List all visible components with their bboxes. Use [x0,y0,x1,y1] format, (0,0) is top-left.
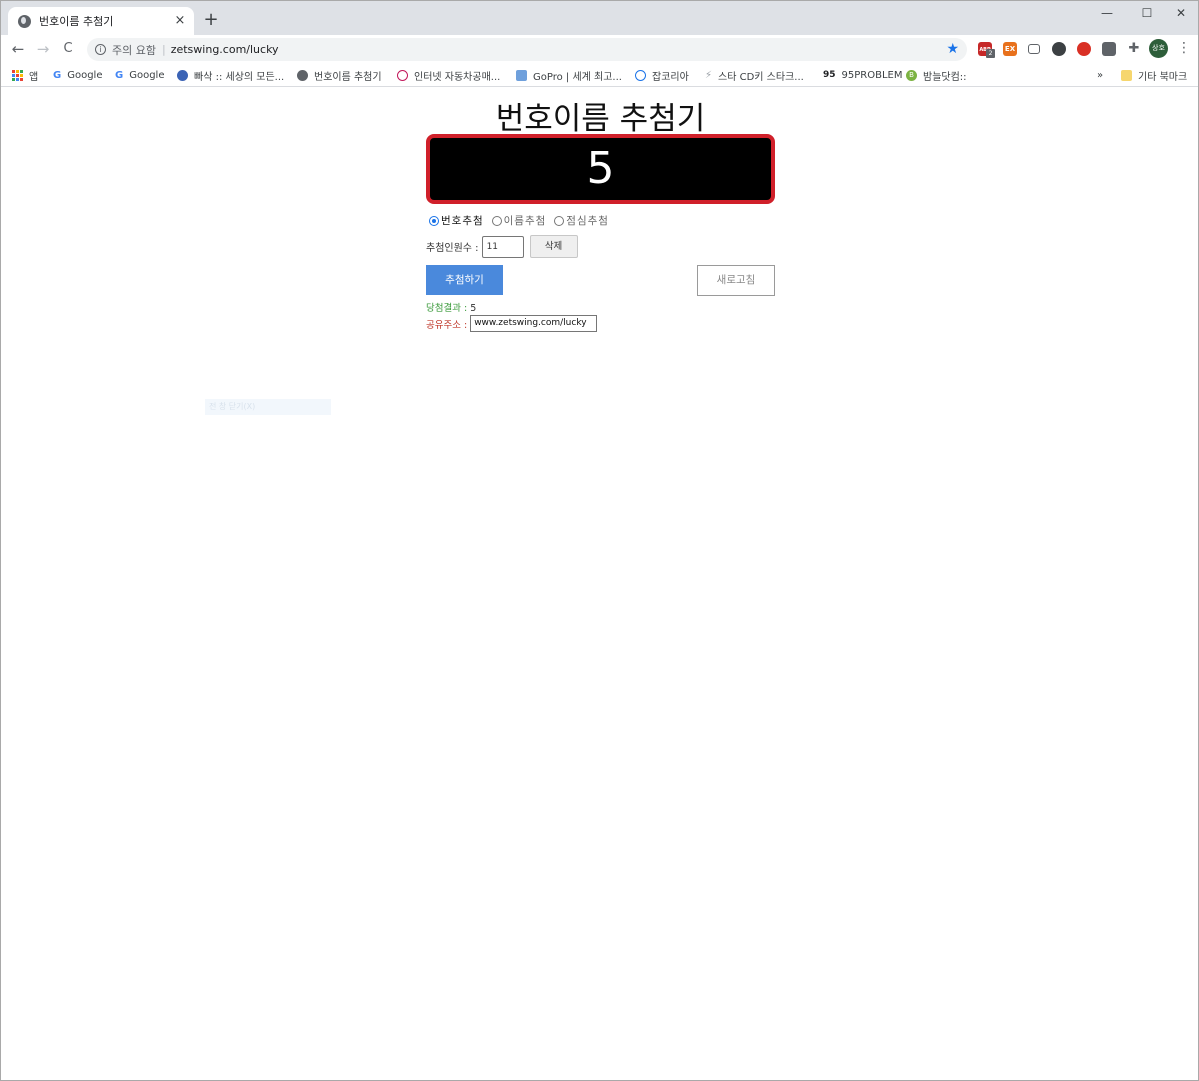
draw-count-label: 추첨인원수 : [426,243,479,254]
bookmark-auction[interactable]: 인터넷 자동차공매... [397,67,500,83]
bookmark-label: 밤늘닷컴:: [923,71,967,83]
bookmark-label: 인터넷 자동차공매... [414,71,501,83]
bookmark-lucky[interactable]: 번호이름 추첨기 [297,67,382,83]
security-warning: 주의 요함 [112,43,156,57]
draw-count-row: 추첨인원수 : 11 삭제 [426,235,578,258]
cast-icon[interactable] [1028,44,1040,54]
extension-i-icon[interactable] [1102,42,1116,56]
folder-icon [1121,69,1132,81]
result-value: 5 [470,303,477,314]
browser-toolbar: ← → C i 주의 요함 | zetswing.com/lucky ★ ABP… [1,35,1198,63]
puzzle-icon[interactable]: ✚ [1127,42,1141,56]
bookmark-apps[interactable]: 앱 [12,67,38,83]
google-icon: G [115,69,124,81]
url-separator: | [161,43,166,56]
tab-active[interactable]: 번호이름 추첨기 × [8,7,194,35]
bookmark-google-1[interactable]: G Google [53,67,102,83]
bookmark-google-2[interactable]: G Google [115,67,164,83]
share-url-input[interactable]: www.zetswing.com/lucky [470,315,598,332]
95-logo-icon: 95 [823,69,836,80]
extension-ex-label: EX [1004,45,1016,53]
forward-icon[interactable]: → [33,39,53,59]
globe-icon [297,69,308,81]
ppasak-icon [177,69,188,81]
google-icon: G [53,69,62,81]
page-title: 번호이름 추첨기 [495,101,706,137]
radio-dot[interactable] [554,215,565,226]
browser-window: 번호이름 추첨기 × + — ☐ ✕ ← → C i 주의 요함 | zetsw… [0,0,1199,1081]
extension-ex-icon[interactable]: EX [1003,42,1017,56]
star-icon[interactable]: ★ [946,41,959,57]
radio-number-draw[interactable]: 번호추첨 [429,213,484,228]
bookmark-label: 잡코리아 [652,71,689,83]
bookmark-label: 번호이름 추첨기 [314,71,382,83]
bookmark-bamneul[interactable]: B 밤늘닷컴:: [906,67,967,83]
bookmark-jobkorea[interactable]: 잡코리아 [635,67,689,83]
draw-result-display: 5 [426,134,775,204]
bookmark-label: 기타 북마크 [1138,71,1188,83]
radio-lunch-draw[interactable]: 점심추첨 [554,213,609,228]
plus-icon[interactable]: + [201,10,221,30]
bookmark-label: 앱 [29,71,39,83]
radio-label: 번호추첨 [441,215,484,227]
minimize-button[interactable]: — [1087,1,1127,25]
result-label: 당첨결과 : [426,303,468,314]
dark-mode-icon[interactable] [1052,42,1066,56]
gopro-icon [516,69,527,81]
draw-mode-radios: 번호추첨 이름추첨 점심추첨 [429,213,617,228]
reload-icon[interactable]: C [58,39,78,59]
bookmark-ppasak[interactable]: 빠삭 :: 세상의 모든... [177,67,284,83]
tab-title: 번호이름 추첨기 [39,15,114,28]
radio-dot[interactable] [491,215,502,226]
url-text[interactable]: zetswing.com/lucky [171,43,279,56]
draw-count-input[interactable]: 11 [481,235,524,258]
radio-dot-selected[interactable] [429,215,439,226]
bookmark-label: 95PROBLEM [841,69,903,81]
bookmark-starcraft[interactable]: ⚡ 스타 CD키 스타크... [705,67,804,83]
bookmark-label: Google [129,69,165,81]
bookmark-label: Google [67,69,103,81]
faded-popup-text: 전 창 닫기(X) [205,399,331,415]
result-row: 당첨결과 : 5 [426,300,476,314]
bookmark-95problem[interactable]: 95 95PROBLEM [823,67,902,83]
back-icon[interactable]: ← [8,39,28,59]
address-bar[interactable]: i 주의 요함 | zetswing.com/lucky ★ [87,38,967,61]
share-label: 공유주소 : [426,319,468,331]
globe-icon [18,14,31,28]
bookmark-other[interactable]: 기타 북마크 [1121,67,1187,83]
apps-grid-icon [12,69,23,81]
draw-button[interactable]: 추첨하기 [426,265,503,295]
auction-icon [397,69,408,81]
window-close-button[interactable]: ✕ [1161,1,1199,25]
bookmarks-bar: 앱 G Google G Google 빠삭 :: 세상의 모든... 번호이름… [1,63,1198,87]
bookmark-gopro[interactable]: GoPro | 세계 최고... [516,67,622,83]
info-icon[interactable]: i [95,44,106,55]
speech-bubble-icon [635,69,646,81]
radio-label: 점심추첨 [566,215,609,227]
bookmark-label: 빠삭 :: 세상의 모든... [194,71,285,83]
share-row: 공유주소 : www.zetswing.com/lucky [426,315,598,332]
shield-extension-icon[interactable] [1077,42,1091,56]
bookmark-label: GoPro | 세계 최고... [533,71,622,83]
tab-strip: 번호이름 추첨기 × + — ☐ ✕ [1,1,1198,35]
adblock-badge: 2 [986,49,995,58]
b-logo-icon: B [906,69,917,81]
delete-button[interactable]: 삭제 [529,235,578,258]
refresh-button[interactable]: 새로고침 [697,265,775,296]
kebab-menu-icon[interactable]: ⋮ [1177,40,1191,56]
close-icon[interactable]: × [172,13,188,29]
lightning-icon: ⚡ [705,69,713,81]
bookmark-label: 스타 CD키 스타크... [718,71,804,83]
radio-name-draw[interactable]: 이름추첨 [491,213,547,228]
bookmarks-overflow[interactable]: » [1097,67,1103,83]
avatar[interactable]: 상호 [1149,39,1168,58]
radio-label: 이름추첨 [503,215,547,227]
